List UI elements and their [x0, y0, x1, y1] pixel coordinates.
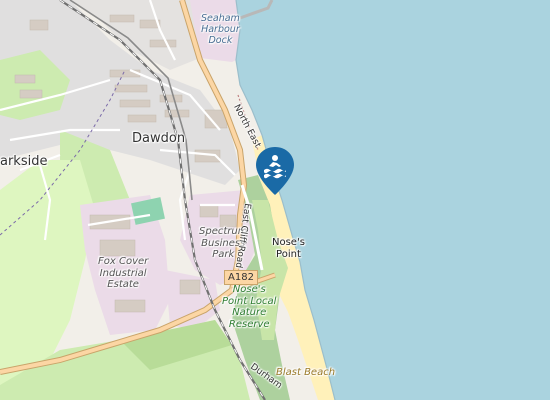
- feature-label-line: Point: [276, 248, 301, 260]
- place-label-parkside: arkside: [0, 154, 48, 169]
- marker-pin: [256, 147, 294, 195]
- area-label-line: Reserve: [228, 318, 270, 330]
- area-label-line: Nose's: [232, 284, 266, 295]
- area-label-line: Industrial: [99, 267, 147, 279]
- map-canvas: [0, 0, 550, 400]
- feature-label-noses-point: Nose's Point: [272, 237, 305, 260]
- area-label-noses-point-reserve: Nose's Point Local Nature Reserve: [222, 284, 276, 330]
- area-label-seaham-harbour-dock: Seaham Harbour Dock: [201, 13, 240, 47]
- location-marker[interactable]: [254, 145, 296, 197]
- map-view[interactable]: Dawdon arkside Seaham Harbour Dock Spect…: [0, 0, 550, 400]
- area-label-line: Dock: [208, 34, 233, 46]
- feature-label-blast-beach: Blast Beach: [276, 367, 336, 378]
- area-label-line: Point Local: [222, 295, 277, 307]
- feature-label-line: Nose's: [272, 237, 305, 248]
- area-label-line: Fox Cover: [98, 256, 149, 267]
- area-label-line: Nature: [232, 307, 267, 318]
- area-label-line: Estate: [107, 279, 139, 290]
- place-label-dawdon: Dawdon: [132, 131, 186, 146]
- area-label-fox-cover-industrial-estate: Fox Cover Industrial Estate: [98, 256, 148, 291]
- road-shield-a182: A182: [224, 270, 258, 285]
